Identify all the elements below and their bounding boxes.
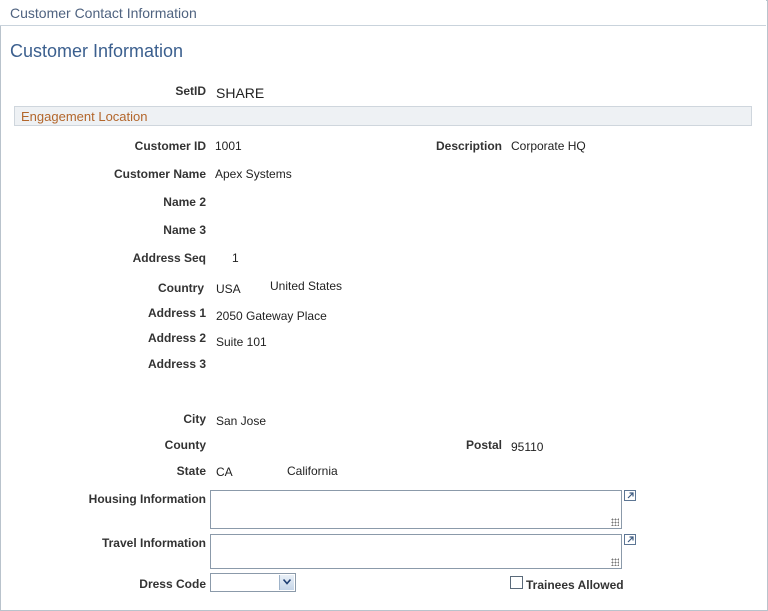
customer-id-value: 1001 [215,139,242,153]
travel-info-textarea[interactable] [210,534,622,569]
trainees-allowed-checkbox[interactable] [510,576,523,589]
resize-grip-icon[interactable] [611,558,619,566]
postal-label: Postal [465,438,502,452]
expand-icon[interactable] [624,490,636,501]
country-name: United States [270,279,343,293]
city-value: San Jose [216,414,267,428]
state-code: CA [216,465,233,479]
trainees-allowed-label[interactable]: Trainees Allowed [526,578,624,592]
address3-label: Address 3 [147,357,206,371]
country-code: USA [216,282,241,296]
address2-value: Suite 101 [216,335,267,349]
address1-label: Address 1 [147,306,206,320]
name3-label: Name 3 [163,223,206,237]
name2-label: Name 2 [163,195,206,209]
window-title: Customer Contact Information [10,5,197,21]
engagement-location-group: Engagement Location [14,106,752,126]
dress-code-select[interactable] [210,573,296,592]
housing-info-textarea[interactable] [210,490,622,529]
customer-name-label: Customer Name [113,167,206,181]
setid-value: SHARE [216,85,265,101]
setid-label: SetID [175,84,206,98]
resize-grip-icon[interactable] [611,518,619,526]
page-title: Customer Information [10,41,184,61]
address-seq-value: 1 [232,251,239,265]
country-label: Country [158,281,204,295]
customer-name-value: Apex Systems [215,167,292,181]
expand-icon[interactable] [624,534,636,545]
state-name: California [287,464,338,478]
customer-id-label: Customer ID [134,139,206,153]
postal-value: 95110 [511,440,544,454]
address-seq-label: Address Seq [132,251,206,265]
address2-label: Address 2 [147,331,206,345]
address1-value: 2050 Gateway Place [216,309,327,323]
chevron-down-icon[interactable] [279,575,294,590]
city-label: City [183,412,206,426]
description-value: Corporate HQ [511,139,586,153]
group-title: Engagement Location [21,109,148,124]
travel-info-label: Travel Information [101,536,206,550]
county-label: County [164,438,206,452]
housing-info-label: Housing Information [88,492,206,506]
state-label: State [176,464,206,478]
description-label: Description [435,139,502,153]
title-bar: Customer Contact Information [0,0,766,26]
dress-code-label: Dress Code [139,577,206,591]
